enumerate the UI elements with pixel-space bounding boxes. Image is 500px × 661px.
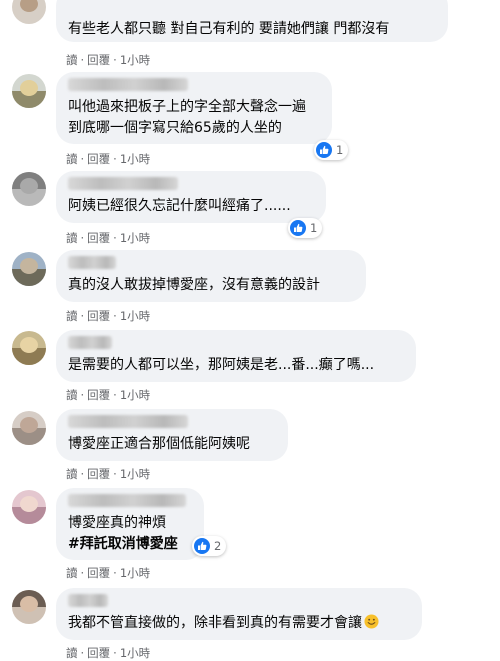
commenter-name[interactable] — [68, 594, 108, 607]
separator: · — [80, 566, 85, 580]
comment-bubble: 叫他過來把板子上的字全部大聲念一遍 到底哪一個字寫只給65歲的人坐的 — [56, 72, 332, 144]
comment-text: 博愛座正適合那個低能阿姨呢 — [68, 436, 250, 452]
timestamp[interactable]: 1小時 — [120, 308, 150, 324]
reply-link[interactable]: 回覆 — [87, 308, 110, 324]
separator: · — [113, 388, 117, 402]
like-link[interactable]: 讀 — [66, 645, 78, 661]
comment-actions: 讀 · 回覆 · 1小時 — [66, 151, 150, 167]
comment-actions: 讀 · 回覆 · 1小時 — [66, 565, 150, 581]
separator: · — [113, 53, 117, 67]
reply-link[interactable]: 回覆 — [87, 52, 110, 68]
timestamp[interactable]: 1小時 — [120, 52, 150, 68]
hashtag-link[interactable]: #拜託取消博愛座 — [68, 534, 192, 555]
separator: · — [80, 53, 85, 67]
separator: · — [80, 152, 85, 166]
like-link[interactable]: 讀 — [66, 565, 78, 581]
timestamp[interactable]: 1小時 — [120, 565, 150, 581]
comment-actions: 讀 · 回覆 · 1小時 — [66, 466, 150, 482]
separator: · — [113, 152, 117, 166]
reply-link[interactable]: 回覆 — [87, 230, 110, 246]
reaction-number: 1 — [336, 143, 344, 157]
separator: · — [113, 566, 117, 580]
reply-link[interactable]: 回覆 — [87, 466, 110, 482]
comment-bubble: 有些老人都只聽 對自己有利的 要請她們讓 門都沒有 — [56, 0, 448, 42]
reaction-count[interactable]: 1 — [314, 140, 349, 160]
avatar[interactable] — [12, 490, 46, 524]
timestamp[interactable]: 1小時 — [120, 230, 150, 246]
like-link[interactable]: 讀 — [66, 387, 78, 403]
comment-bubble: 博愛座真的神煩 #拜託取消博愛座 — [56, 488, 204, 560]
separator: · — [113, 231, 117, 245]
avatar[interactable] — [12, 252, 46, 286]
commenter-name[interactable] — [68, 177, 178, 190]
comment-text: 博愛座真的神煩 — [68, 515, 166, 531]
comment-bubble: 真的沒人敢拔掉博愛座，沒有意義的設計 — [56, 250, 366, 302]
comment-text: 有些老人都只聽 對自己有利的 要請她們讓 門都沒有 — [68, 21, 390, 37]
avatar[interactable] — [12, 74, 46, 108]
separator: · — [80, 231, 85, 245]
avatar[interactable] — [12, 411, 46, 445]
comment-text: 叫他過來把板子上的字全部大聲念一遍 — [68, 99, 306, 115]
comment-actions: 讀 · 回覆 · 1小時 — [66, 387, 150, 403]
avatar[interactable] — [12, 0, 46, 24]
comment-text: 真的沒人敢拔掉博愛座，沒有意義的設計 — [68, 277, 320, 293]
avatar[interactable] — [12, 590, 46, 624]
timestamp[interactable]: 1小時 — [120, 387, 150, 403]
separator: · — [113, 467, 117, 481]
separator: · — [113, 646, 117, 660]
commenter-name[interactable] — [68, 494, 186, 507]
reaction-count[interactable]: 2 — [192, 536, 227, 556]
like-link[interactable]: 讀 — [66, 230, 78, 246]
timestamp[interactable]: 1小時 — [120, 151, 150, 167]
reaction-count[interactable]: 1 — [288, 218, 323, 238]
like-link[interactable]: 讀 — [66, 308, 78, 324]
like-icon — [194, 538, 210, 554]
reaction-number: 1 — [310, 221, 318, 235]
smile-emoji-icon — [364, 614, 379, 636]
comment-actions: 讀 · 回覆 · 1小時 — [66, 52, 150, 68]
comment-bubble: 博愛座正適合那個低能阿姨呢 — [56, 409, 288, 461]
like-link[interactable]: 讀 — [66, 151, 78, 167]
like-link[interactable]: 讀 — [66, 52, 78, 68]
commenter-name[interactable] — [68, 78, 188, 91]
reply-link[interactable]: 回覆 — [87, 151, 110, 167]
comment-text: 我都不管直接做的，除非看到真的有需要才會讓 — [68, 613, 410, 636]
comment-bubble: 是需要的人都可以坐，那阿姨是老...番...癲了嗎... — [56, 330, 416, 382]
avatar[interactable] — [12, 172, 46, 206]
separator: · — [80, 309, 85, 323]
comment-actions: 讀 · 回覆 · 1小時 — [66, 645, 150, 661]
timestamp[interactable]: 1小時 — [120, 645, 150, 661]
separator: · — [80, 646, 85, 660]
separator: · — [80, 388, 85, 402]
comment-text-body: 我都不管直接做的，除非看到真的有需要才會讓 — [68, 615, 362, 631]
reply-link[interactable]: 回覆 — [87, 565, 110, 581]
separator: · — [80, 467, 85, 481]
avatar[interactable] — [12, 331, 46, 365]
reaction-number: 2 — [214, 539, 222, 553]
comment-actions: 讀 · 回覆 · 1小時 — [66, 308, 150, 324]
like-link[interactable]: 讀 — [66, 466, 78, 482]
reply-link[interactable]: 回覆 — [87, 387, 110, 403]
comment-text: 阿姨已經很久忘記什麼叫經痛了...... — [68, 198, 291, 214]
reply-link[interactable]: 回覆 — [87, 645, 110, 661]
like-icon — [316, 142, 332, 158]
like-icon — [290, 220, 306, 236]
comment-bubble: 我都不管直接做的，除非看到真的有需要才會讓 — [56, 588, 422, 640]
commenter-name[interactable] — [68, 256, 116, 269]
separator: · — [113, 309, 117, 323]
comment-text: 是需要的人都可以坐，那阿姨是老...番...癲了嗎... — [68, 357, 375, 373]
comment-bubble: 阿姨已經很久忘記什麼叫經痛了...... — [56, 171, 326, 223]
comment-text-line2: 到底哪一個字寫只給65歲的人坐的 — [68, 120, 282, 136]
timestamp[interactable]: 1小時 — [120, 466, 150, 482]
comment-actions: 讀 · 回覆 · 1小時 — [66, 230, 150, 246]
commenter-name[interactable] — [68, 336, 112, 349]
commenter-name[interactable] — [68, 415, 188, 428]
